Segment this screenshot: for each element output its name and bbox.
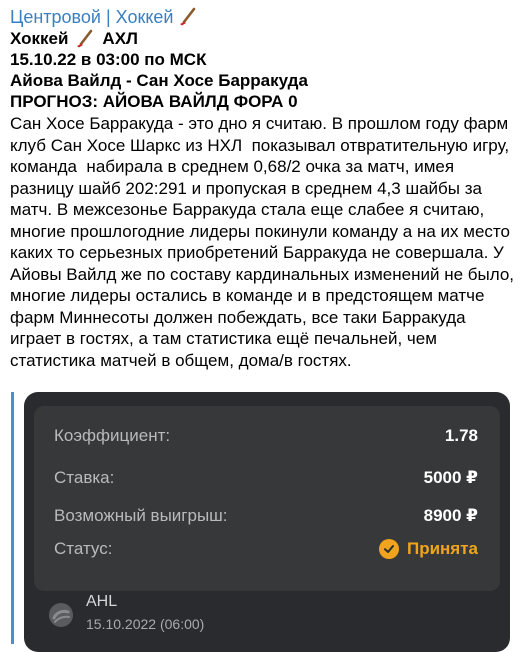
stake-value: 5000 ₽	[423, 468, 478, 487]
win-label: Возможный выигрыш:	[54, 506, 228, 525]
status-value: Принята	[406, 539, 478, 558]
status-row: Статус: Принята	[54, 537, 478, 561]
bet-date: 15.10.2022 (06:00)	[86, 616, 205, 632]
quote-bar	[11, 392, 14, 644]
status-badge: Принята	[378, 539, 478, 559]
sport-text: Хоккей	[10, 29, 69, 48]
channel-name[interactable]: Центровой | Хоккей	[10, 6, 173, 28]
hockey-puck-icon	[49, 603, 73, 627]
post-body: Сан Хосе Барракуда - это дно я считаю. В…	[10, 114, 519, 370]
prediction-title: ПРОГНОЗ: АЙОВА ВАЙЛД ФОРА 0	[10, 92, 298, 111]
win-row: Возможный выигрыш: 8900 ₽	[54, 504, 478, 528]
hockey-stick-icon	[77, 29, 93, 47]
bet-league: AHL	[86, 593, 118, 610]
match-title: Айова Вайлд - Сан Хосе Барракуда	[10, 71, 308, 90]
coef-value: 1.78	[444, 426, 478, 445]
win-value: 8900 ₽	[423, 506, 478, 525]
league-text: АХЛ	[102, 29, 138, 48]
channel-title[interactable]: Центровой | Хоккей	[10, 6, 515, 28]
datetime-line: 15.10.22 в 03:00 по МСК	[10, 50, 207, 69]
check-circle-icon	[378, 539, 399, 559]
status-label: Статус:	[54, 539, 113, 558]
coef-label: Коэффициент:	[54, 426, 171, 445]
coef-row: Коэффициент: 1.78	[54, 424, 478, 448]
telegram-post: Центровой | Хоккей Хоккей АХЛ 15.10.22 в…	[10, 6, 515, 371]
bet-details: Коэффициент: 1.78 Ставка: 5000 ₽ Возможн…	[34, 406, 500, 591]
bet-card[interactable]: Коэффициент: 1.78 Ставка: 5000 ₽ Возможн…	[24, 392, 510, 652]
bet-footer: AHL 15.10.2022 (06:00)	[48, 592, 204, 634]
hockey-stick-icon	[180, 7, 196, 26]
sport-line: Хоккей АХЛ	[10, 28, 515, 49]
stake-label: Ставка:	[54, 468, 115, 487]
stake-row: Ставка: 5000 ₽	[54, 466, 478, 490]
